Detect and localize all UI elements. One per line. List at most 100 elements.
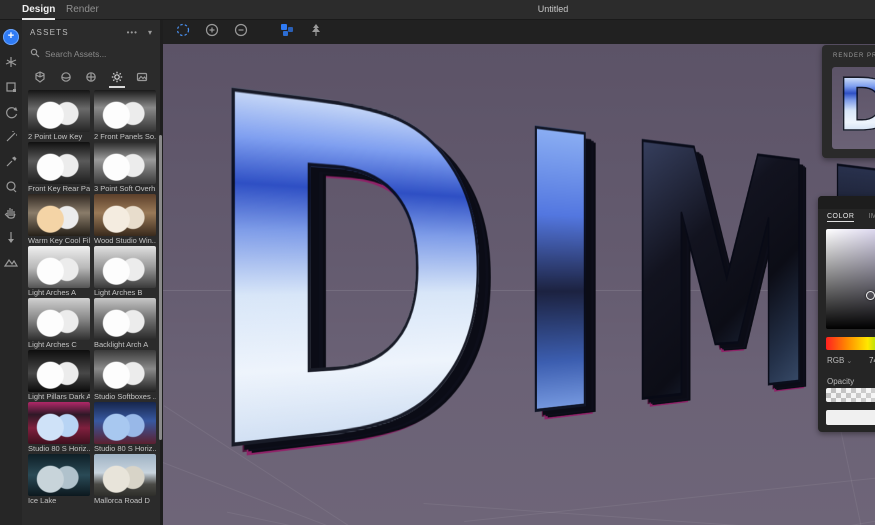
asset-item[interactable]: Warm Key Cool Fill bbox=[28, 194, 90, 246]
asset-thumbnail[interactable] bbox=[28, 90, 90, 132]
viewport-toolbar bbox=[163, 20, 875, 44]
asset-categories bbox=[22, 66, 160, 88]
scene-letter-M[interactable]: M bbox=[620, 64, 816, 488]
asset-label: Studio 80 S Horiz... bbox=[28, 444, 90, 453]
scene-letter-I[interactable]: I bbox=[508, 44, 609, 509]
category-graphics-icon[interactable] bbox=[83, 67, 99, 87]
scene-text: DIMEN bbox=[191, 44, 875, 525]
tab-render[interactable]: Render bbox=[66, 0, 99, 20]
asset-thumbnail[interactable] bbox=[94, 90, 156, 132]
search-row bbox=[22, 44, 160, 64]
asset-label: 2 Front Panels So... bbox=[94, 132, 156, 141]
zoom-out-button[interactable] bbox=[231, 22, 251, 42]
asset-item[interactable]: 2 Point Low Key bbox=[28, 90, 90, 142]
render-preview-title: RENDER PREVIEW bbox=[833, 53, 875, 59]
category-models-cube-icon[interactable] bbox=[32, 67, 48, 87]
saturation-value-picker[interactable] bbox=[826, 229, 875, 329]
asset-item[interactable]: Front Key Rear Pa... bbox=[28, 142, 90, 194]
asset-thumbnail[interactable] bbox=[28, 402, 90, 444]
asset-label: Light Arches B bbox=[94, 288, 143, 297]
orbit-icon bbox=[175, 22, 191, 43]
category-images-icon[interactable] bbox=[134, 67, 150, 87]
category-lights-sun-icon[interactable] bbox=[108, 67, 125, 88]
asset-item[interactable]: Light Arches B bbox=[94, 246, 156, 298]
asset-thumbnail[interactable] bbox=[28, 298, 90, 340]
render-preview-letter: D bbox=[836, 69, 875, 142]
asset-item[interactable]: 2 Front Panels So... bbox=[94, 90, 156, 142]
rotate-icon bbox=[4, 105, 18, 119]
render-preview-icon bbox=[279, 22, 295, 43]
opacity-slider[interactable] bbox=[826, 388, 875, 402]
eyedropper-icon bbox=[4, 155, 18, 169]
move-tool-button[interactable] bbox=[0, 49, 22, 74]
asset-label: 3 Point Soft Overh... bbox=[94, 184, 156, 193]
asset-label: Light Pillars Dark A bbox=[28, 392, 90, 401]
asset-grid: 2 Point Low Key 2 Front Panels So... Fro… bbox=[28, 90, 156, 525]
rotate-tool-button[interactable] bbox=[0, 99, 22, 124]
tab-design[interactable]: Design bbox=[22, 0, 56, 20]
asset-item[interactable]: 3 Point Soft Overh... bbox=[94, 142, 156, 194]
asset-item[interactable]: Light Arches C bbox=[28, 298, 90, 350]
color-value-field[interactable]: 74 bbox=[869, 356, 875, 365]
horizon-icon bbox=[4, 255, 18, 269]
asset-thumbnail[interactable] bbox=[94, 402, 156, 444]
select-tool-button[interactable]: + bbox=[0, 24, 22, 49]
asset-label: Wood Studio Win... bbox=[94, 236, 156, 245]
assets-panel: ASSETS ••• ▾ 2 Point Low Key 2 Front Pan… bbox=[22, 20, 160, 525]
zoom-in-button[interactable] bbox=[202, 22, 222, 42]
asset-item[interactable]: Studio 80 S Horiz... bbox=[94, 402, 156, 454]
scene-letter-D[interactable]: D bbox=[191, 44, 495, 525]
asset-thumbnail[interactable] bbox=[28, 246, 90, 288]
asset-item[interactable]: Wood Studio Win... bbox=[94, 194, 156, 246]
category-materials-sphere-icon[interactable] bbox=[58, 67, 74, 87]
magic-wand-tool-button[interactable] bbox=[0, 124, 22, 149]
color-mode-dropdown[interactable]: RGB bbox=[827, 356, 844, 365]
tab-color[interactable]: COLOR bbox=[827, 213, 855, 222]
render-preview-thumbnail[interactable]: D bbox=[832, 67, 875, 149]
asset-thumbnail[interactable] bbox=[28, 194, 90, 236]
color-panel-header[interactable] bbox=[818, 196, 875, 209]
asset-label: Studio Softboxes ... bbox=[94, 392, 156, 401]
chevron-down-icon[interactable]: ▾ bbox=[148, 28, 152, 37]
asset-thumbnail[interactable] bbox=[94, 298, 156, 340]
asset-thumbnail[interactable] bbox=[94, 454, 156, 496]
asset-thumbnail[interactable] bbox=[28, 350, 90, 392]
asset-item[interactable]: Light Arches A bbox=[28, 246, 90, 298]
assets-menu-icon[interactable]: ••• bbox=[127, 28, 138, 37]
render-preview-toggle[interactable] bbox=[277, 22, 297, 42]
asset-item[interactable]: Light Pillars Dark A bbox=[28, 350, 90, 402]
asset-label: Studio 80 S Horiz... bbox=[94, 444, 156, 453]
asset-thumbnail[interactable] bbox=[94, 246, 156, 288]
assets-scrollbar[interactable] bbox=[159, 135, 162, 440]
search-input[interactable] bbox=[45, 49, 145, 59]
render-preview-panel: RENDER PREVIEW D bbox=[822, 45, 875, 158]
viewport-canvas[interactable]: DIMEN bbox=[163, 44, 875, 525]
tab-image[interactable]: IMAGE bbox=[868, 213, 875, 222]
assets-title: ASSETS bbox=[30, 27, 69, 37]
scale-tool-button[interactable] bbox=[0, 74, 22, 99]
eyedropper-tool-button[interactable] bbox=[0, 149, 22, 174]
asset-thumbnail[interactable] bbox=[28, 454, 90, 496]
opacity-label: Opacity bbox=[827, 377, 855, 386]
asset-item[interactable]: Ice Lake bbox=[28, 454, 90, 506]
asset-item[interactable]: Studio Softboxes ... bbox=[94, 350, 156, 402]
color-preview-bar[interactable] bbox=[826, 410, 875, 425]
asset-item[interactable]: Mallorca Road D bbox=[94, 454, 156, 506]
asset-thumbnail[interactable] bbox=[94, 142, 156, 184]
asset-item[interactable]: Backlight Arch A bbox=[94, 298, 156, 350]
sampler-icon bbox=[4, 180, 18, 194]
hand-tool-button[interactable] bbox=[0, 199, 22, 224]
dolly-tool-button[interactable] bbox=[0, 224, 22, 249]
asset-label: Mallorca Road D bbox=[94, 496, 150, 505]
asset-thumbnail[interactable] bbox=[94, 194, 156, 236]
assets-panel-header: ASSETS ••• ▾ bbox=[22, 20, 160, 44]
asset-thumbnail[interactable] bbox=[94, 350, 156, 392]
orbit-tool-button[interactable] bbox=[173, 22, 193, 42]
color-picker-cursor[interactable] bbox=[866, 291, 875, 300]
asset-thumbnail[interactable] bbox=[28, 142, 90, 184]
asset-item[interactable]: Studio 80 S Horiz... bbox=[28, 402, 90, 454]
hue-slider[interactable] bbox=[826, 337, 875, 350]
view-settings-button[interactable] bbox=[306, 22, 326, 42]
sampler-tool-button[interactable] bbox=[0, 174, 22, 199]
horizon-tool-button[interactable] bbox=[0, 249, 22, 274]
